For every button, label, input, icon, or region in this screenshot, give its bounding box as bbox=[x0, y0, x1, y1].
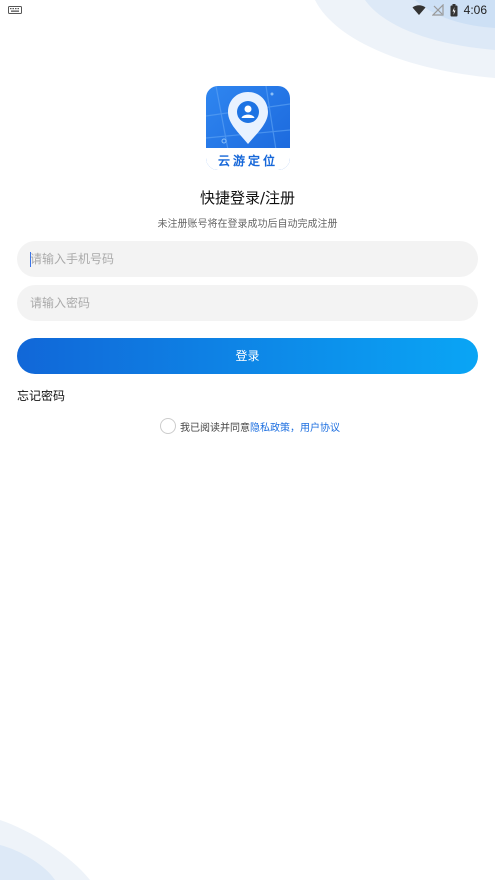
agreement-separator: ， bbox=[290, 422, 300, 434]
agreement-row: 我已阅读并同意 隐私政策 ， 用户协议 bbox=[160, 418, 340, 434]
forgot-password-link[interactable]: 忘记密码 bbox=[17, 387, 65, 404]
app-logo: 云游定位 bbox=[206, 86, 290, 170]
agreement-prefix: 我已阅读并同意 bbox=[180, 422, 250, 434]
privacy-policy-link[interactable]: 隐私政策 bbox=[250, 419, 290, 434]
status-bar: 4:06 bbox=[0, 0, 495, 20]
no-signal-icon bbox=[431, 4, 444, 16]
login-screen: 4:06 云游定位 快捷登录/注册 未注册账号将在登录成功后自动完成注册 请输入… bbox=[0, 0, 495, 880]
page-title: 快捷登录/注册 bbox=[199, 189, 296, 207]
wifi-icon bbox=[412, 5, 426, 15]
text-caret bbox=[30, 252, 31, 267]
status-icons: 4:06 bbox=[412, 1, 487, 19]
password-input[interactable] bbox=[17, 285, 478, 321]
password-field[interactable] bbox=[17, 285, 478, 321]
agreement-checkbox[interactable] bbox=[160, 418, 176, 434]
status-time: 4:06 bbox=[463, 3, 487, 17]
background-swoosh-bottom bbox=[0, 820, 90, 880]
logo-text: 云游定位 bbox=[217, 154, 278, 168]
battery-icon bbox=[450, 3, 458, 16]
user-agreement-link[interactable]: 用户协议 bbox=[300, 419, 340, 434]
phone-input[interactable] bbox=[17, 241, 478, 277]
phone-field[interactable] bbox=[17, 241, 478, 277]
page-subtitle: 未注册账号将在登录成功后自动完成注册 bbox=[157, 219, 338, 230]
login-button[interactable]: 登录 bbox=[17, 338, 478, 374]
keyboard-icon bbox=[8, 6, 22, 14]
